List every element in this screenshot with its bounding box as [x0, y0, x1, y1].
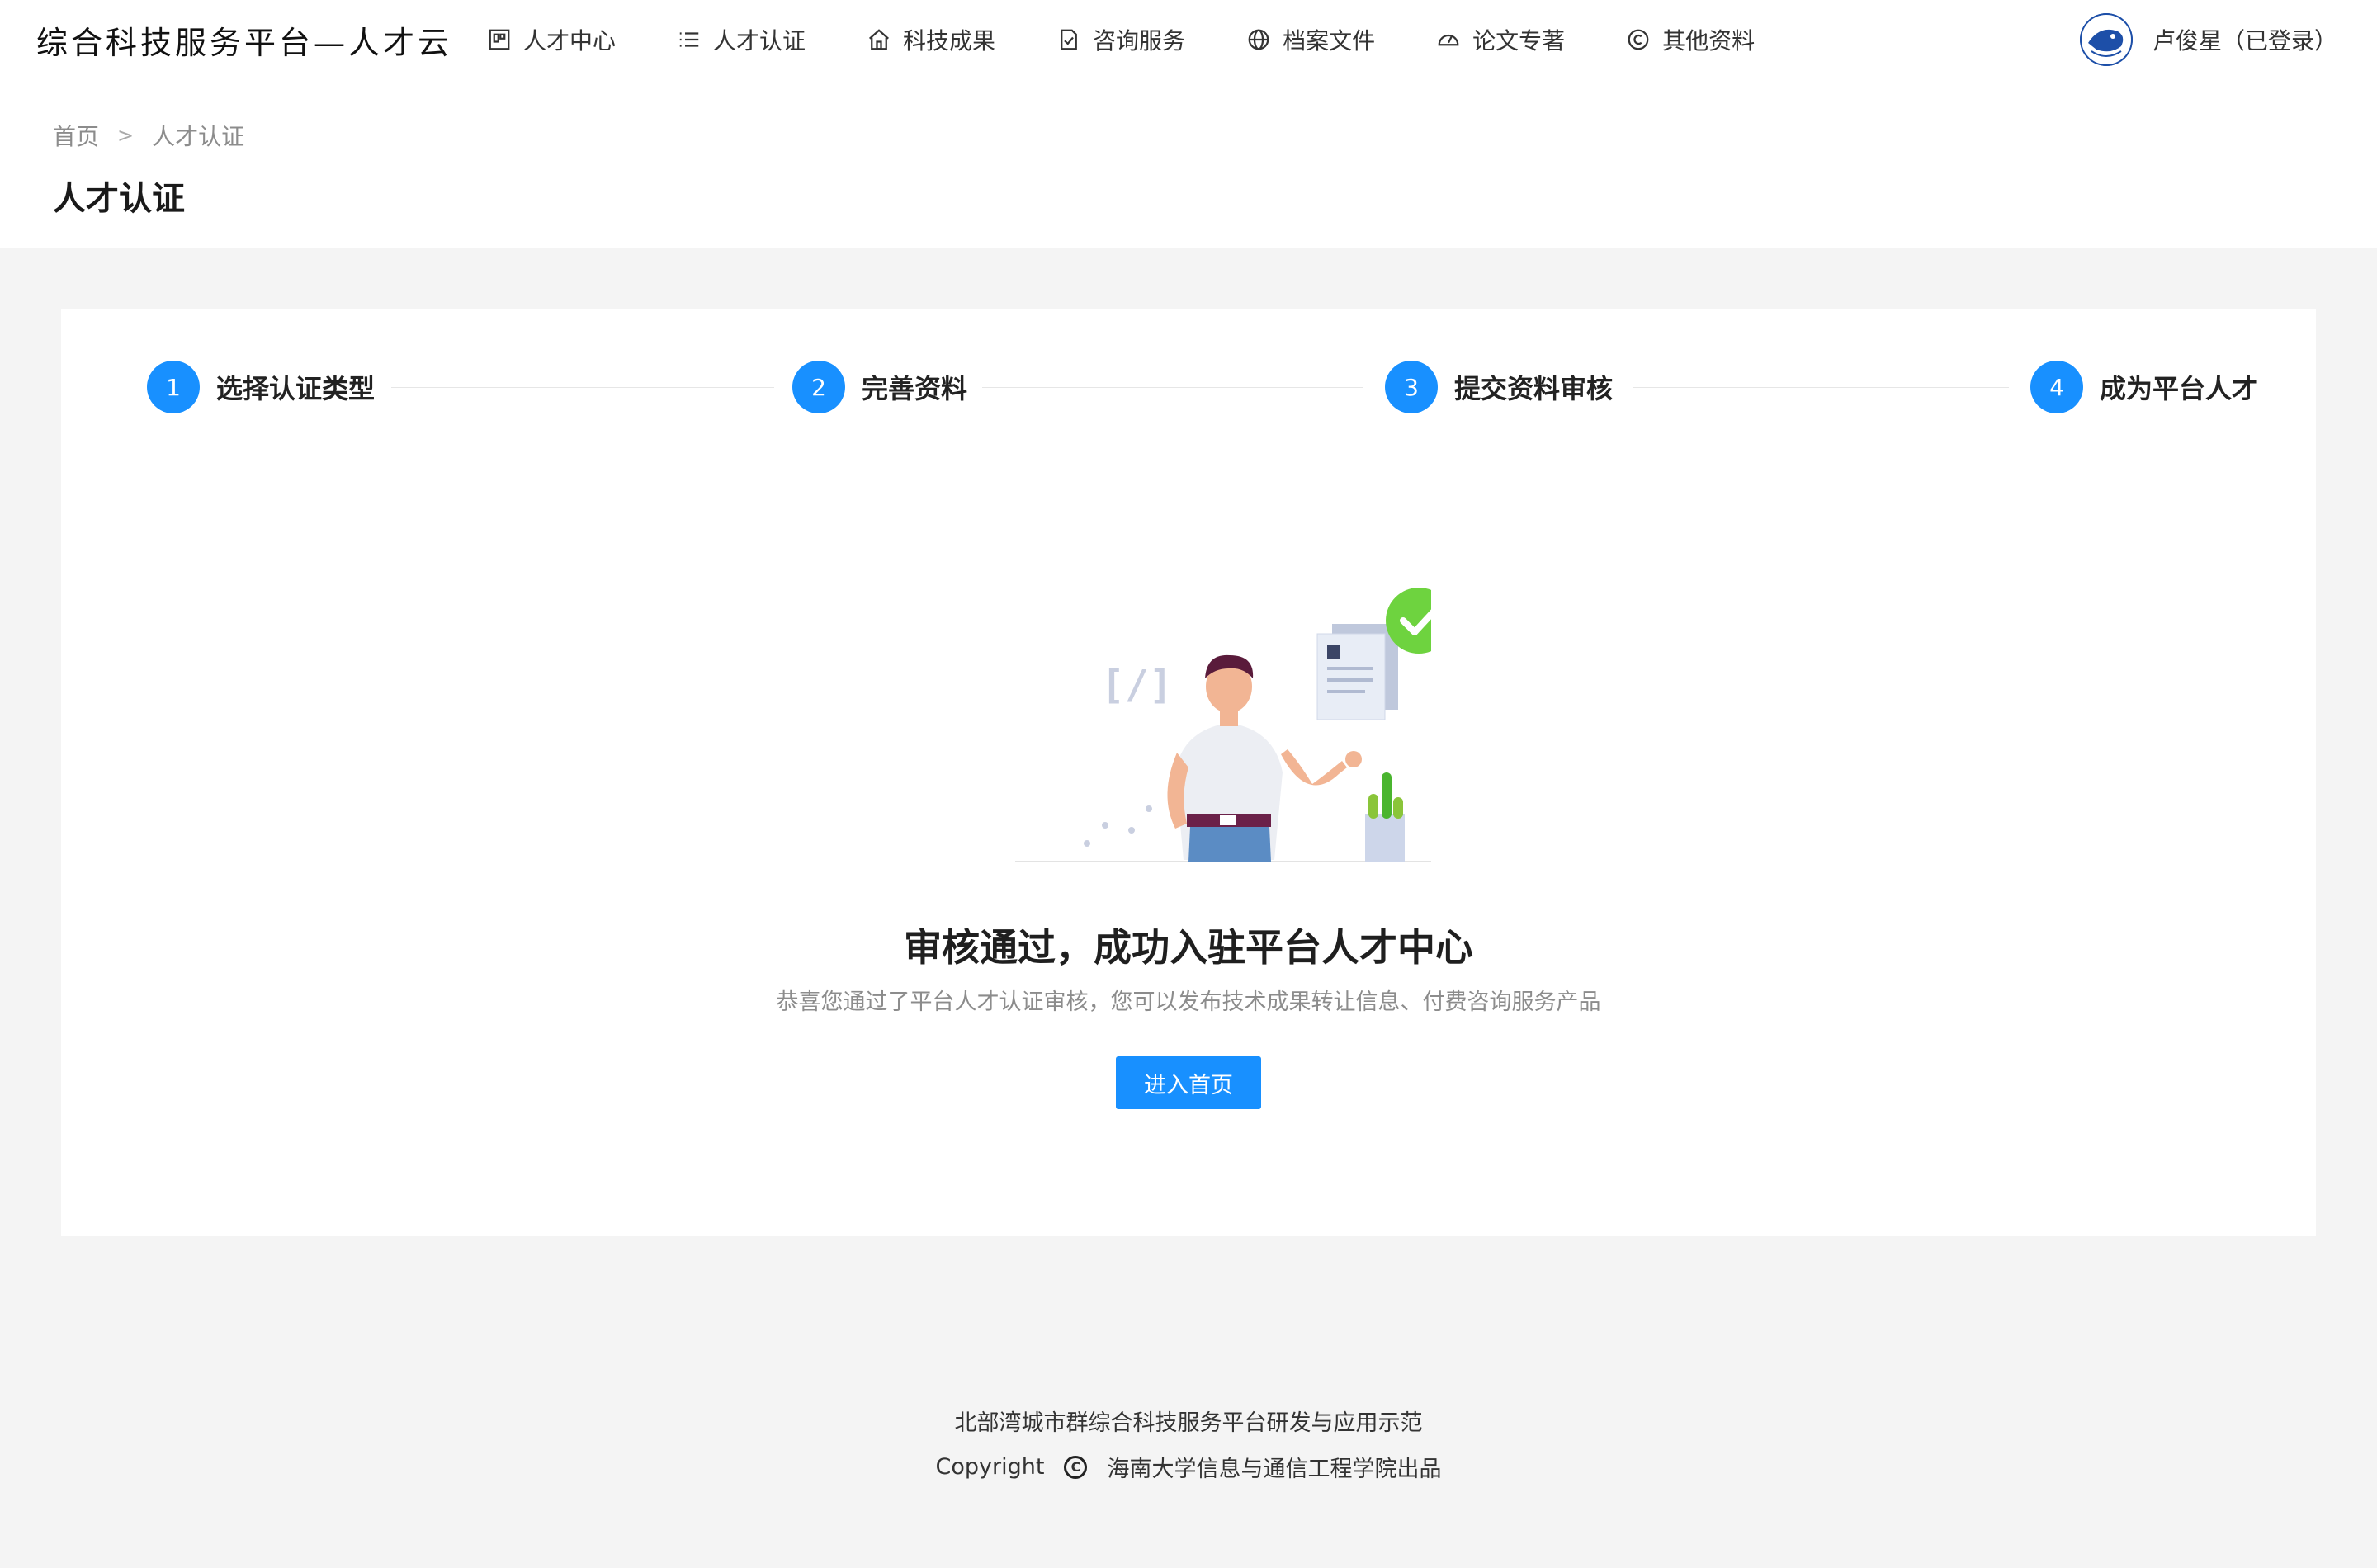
step-connector: [1633, 387, 2009, 388]
main-nav: 人才中心 人才认证 科技成果 咨询服务 档案文件 论文专著 其他资料: [487, 0, 1816, 79]
nav-item-tech-results[interactable]: 科技成果: [867, 23, 995, 56]
footer-project: 北部湾城市群综合科技服务平台研发与应用示范: [954, 1410, 1423, 1436]
breadcrumb-home[interactable]: 首页: [53, 119, 99, 152]
svg-text:[/]: [/]: [1101, 662, 1173, 708]
step-2: 2 完善资料: [792, 360, 967, 414]
user-menu[interactable]: 卢俊星（已登录）: [2079, 0, 2337, 79]
nav-label: 科技成果: [903, 27, 996, 54]
result-card: 1 选择认证类型 2 完善资料 3 提交资料审核 4 成为平台人才 [/] 审核…: [61, 309, 2316, 1236]
nav-item-other[interactable]: 其他资料: [1626, 23, 1755, 56]
board-icon: [489, 29, 510, 50]
nav-label: 人才中心: [523, 27, 617, 54]
step-number: 4: [2030, 361, 2083, 413]
step-number: 2: [792, 361, 845, 413]
avatar-emblem-icon: [2079, 13, 2133, 66]
step-4: 4 成为平台人才: [2030, 360, 2258, 414]
nav-item-talent-cert[interactable]: 人才认证: [677, 23, 806, 56]
step-1: 1 选择认证类型: [147, 360, 375, 414]
step-connector: [982, 387, 1363, 388]
success-illustration: [/]: [1015, 588, 1431, 862]
footer-copyright: Copyright C 海南大学信息与通信工程学院出品: [0, 1451, 2377, 1483]
step-label: 提交资料审核: [1454, 373, 1614, 404]
page-title: 人才认证: [53, 180, 185, 218]
footer-org: 海南大学信息与通信工程学院出品: [1107, 1457, 1442, 1482]
avatar[interactable]: [2079, 13, 2133, 66]
step-3: 3 提交资料审核: [1385, 360, 1613, 414]
doc-check-icon: [1061, 29, 1077, 50]
step-connector: [391, 387, 774, 388]
nav-item-consulting[interactable]: 咨询服务: [1056, 23, 1185, 56]
nav-item-papers[interactable]: 论文专著: [1436, 23, 1565, 56]
breadcrumb-current: 人才认证: [152, 123, 245, 150]
globe-icon: [1248, 29, 1269, 50]
list-icon: [679, 32, 699, 47]
copyright-icon: C: [1064, 1455, 1088, 1479]
copyright-text: Copyright: [935, 1454, 1045, 1480]
result-title: 审核通过，成功入驻平台人才中心: [904, 925, 1473, 970]
site-logo[interactable]: 综合科技服务平台—人才云: [36, 0, 452, 79]
home-icon: [869, 29, 890, 50]
step-label: 成为平台人才: [2100, 373, 2259, 404]
page-header: 首页 > 人才认证 人才认证: [0, 79, 2377, 248]
copyright-icon: [1628, 29, 1649, 50]
steps-bar: 1 选择认证类型 2 完善资料 3 提交资料审核 4 成为平台人才: [147, 360, 2258, 414]
step-number: 1: [147, 361, 200, 413]
user-name: 卢俊星（已登录）: [2152, 27, 2337, 54]
step-number: 3: [1385, 361, 1438, 413]
result-subtitle: 恭喜您通过了平台人才认证审核，您可以发布技术成果转让信息、付费咨询服务产品: [776, 989, 1601, 1015]
nav-label: 论文专著: [1472, 27, 1566, 54]
nav-label: 人才认证: [713, 27, 806, 54]
top-header: 综合科技服务平台—人才云 人才中心 人才认证 科技成果 咨询服务 档案文件 论文…: [0, 0, 2377, 79]
step-label: 完善资料: [862, 373, 968, 404]
nav-item-talent-center[interactable]: 人才中心: [487, 23, 616, 56]
dashboard-icon: [1438, 34, 1459, 46]
chevron-right-icon: >: [117, 124, 135, 147]
nav-item-archives[interactable]: 档案文件: [1246, 23, 1375, 56]
step-label: 选择认证类型: [216, 373, 376, 404]
enter-home-button[interactable]: 进入首页: [1116, 1056, 1261, 1109]
nav-label: 档案文件: [1283, 27, 1376, 54]
breadcrumb: 首页 > 人才认证: [53, 119, 244, 152]
nav-label: 其他资料: [1662, 27, 1756, 54]
nav-label: 咨询服务: [1093, 27, 1186, 54]
